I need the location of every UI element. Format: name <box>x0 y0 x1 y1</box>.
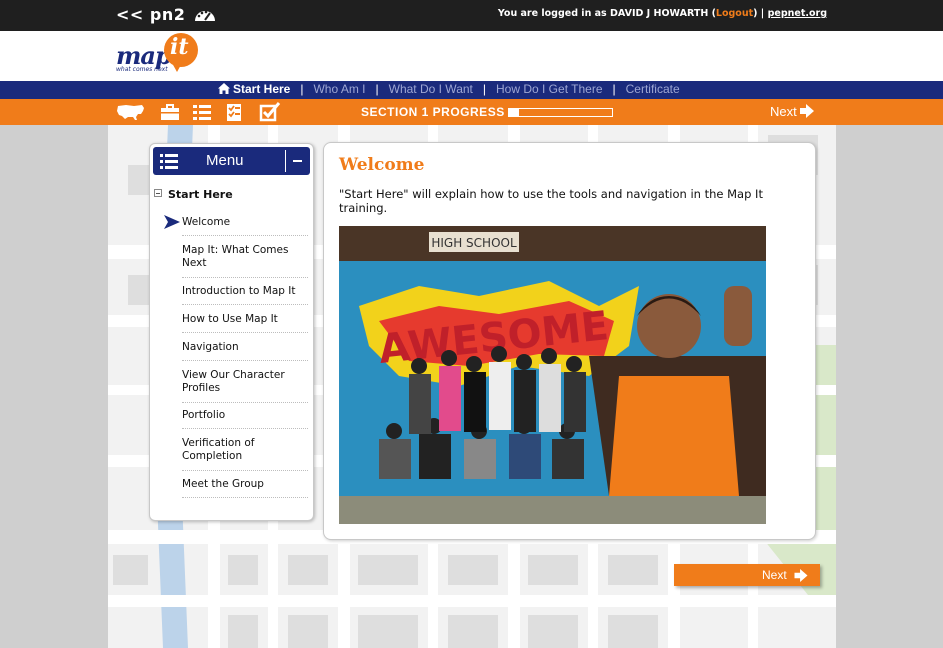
menu-item-map-it-what-comes-next[interactable]: Map It: What Comes Next <box>182 244 308 278</box>
next-arrow-icon <box>799 104 814 118</box>
menu-section-label: Start Here <box>168 188 233 201</box>
nav-certificate[interactable]: Certificate <box>626 82 680 96</box>
checkbox-icon[interactable] <box>259 102 281 122</box>
menu-item-welcome[interactable]: Welcome <box>164 215 308 236</box>
us-map-icon[interactable] <box>116 102 146 122</box>
nav-separator: | <box>300 82 304 96</box>
menu-title: Menu <box>206 152 244 169</box>
main-nav: Start Here | Who Am I | What Do I Want | How D… <box>0 81 943 99</box>
menu-item-introduction[interactable]: Introduction to Map It <box>182 285 308 305</box>
briefcase-icon[interactable] <box>160 102 180 122</box>
menu-panel: Menu Start Here Welcome Map It: What Com… <box>149 143 314 521</box>
page-title: Welcome <box>339 155 425 175</box>
top-bar: << pn2 You are logged in as DAVID J HOWA… <box>0 0 943 31</box>
nav-start-here[interactable]: Start Here <box>218 82 290 97</box>
progress-fill <box>509 109 520 116</box>
group-photo: HIGH SCHOOL AWESOME <box>339 226 766 524</box>
gauge-icon <box>194 7 216 26</box>
nav-how-do-i-get-there[interactable]: How Do I Get There <box>496 82 603 96</box>
checklist-icon[interactable] <box>225 102 245 122</box>
menu-list-icon <box>160 153 178 173</box>
logo-tagline: what comes next <box>116 66 168 73</box>
content-card: Welcome "Start Here" will explain how to… <box>323 142 816 540</box>
logo-bubble: it <box>164 33 198 72</box>
nav-separator: | <box>482 82 486 96</box>
pepnet-link[interactable]: pepnet.org <box>768 8 827 19</box>
menu-item-character-profiles[interactable]: View Our Character Profiles <box>182 369 308 403</box>
menu-item-how-to-use[interactable]: How to Use Map It <box>182 313 308 333</box>
logo-band: map it what comes next <box>0 31 943 81</box>
menu-collapse-button[interactable] <box>285 150 307 172</box>
list-icon[interactable] <box>193 102 211 122</box>
nav-who-am-i[interactable]: Who Am I <box>313 82 365 96</box>
menu-item-label: Welcome <box>182 216 231 228</box>
menu-header: Menu <box>153 147 310 175</box>
menu-section-start-here[interactable]: Start Here <box>154 188 233 201</box>
back-link-label: << pn2 <box>116 5 186 24</box>
logo-it-text: it <box>170 34 189 60</box>
back-to-pn2-link[interactable]: << pn2 <box>116 5 216 26</box>
content-frame: Menu Start Here Welcome Map It: What Com… <box>108 125 836 648</box>
login-separator: ) | <box>753 8 768 19</box>
toolbar: SECTION 1 PROGRESS Next <box>0 99 943 125</box>
login-text: You are logged in as DAVID J HOWARTH ( <box>497 8 716 19</box>
menu-item-portfolio[interactable]: Portfolio <box>182 409 308 429</box>
progress-label: SECTION 1 PROGRESS <box>361 105 505 119</box>
nav-what-do-i-want[interactable]: What Do I Want <box>389 82 473 96</box>
section-progress-bar <box>508 108 613 117</box>
collapse-toggle-icon[interactable] <box>154 189 162 197</box>
menu-item-navigation[interactable]: Navigation <box>182 341 308 361</box>
intro-text: "Start Here" will explain how to use the… <box>339 187 763 215</box>
nav-label: Start Here <box>233 82 291 96</box>
high-school-sign: HIGH SCHOOL <box>431 236 517 250</box>
next-button[interactable]: Next <box>674 564 820 586</box>
menu-item-verification[interactable]: Verification of Completion <box>182 437 308 471</box>
nav-separator: | <box>375 82 379 96</box>
next-label: Next <box>770 104 797 119</box>
menu-item-meet-the-group[interactable]: Meet the Group <box>182 478 308 498</box>
current-page-arrow-icon <box>164 215 180 233</box>
toolbar-next-button[interactable]: Next <box>770 104 814 119</box>
map-it-logo[interactable]: map it what comes next <box>116 33 206 79</box>
next-button-label: Next <box>762 568 787 582</box>
next-arrow-icon <box>794 569 808 582</box>
nav-separator: | <box>612 82 616 96</box>
logout-link[interactable]: Logout <box>716 8 753 19</box>
login-status: You are logged in as DAVID J HOWARTH (Lo… <box>498 8 827 19</box>
home-icon <box>218 83 230 97</box>
